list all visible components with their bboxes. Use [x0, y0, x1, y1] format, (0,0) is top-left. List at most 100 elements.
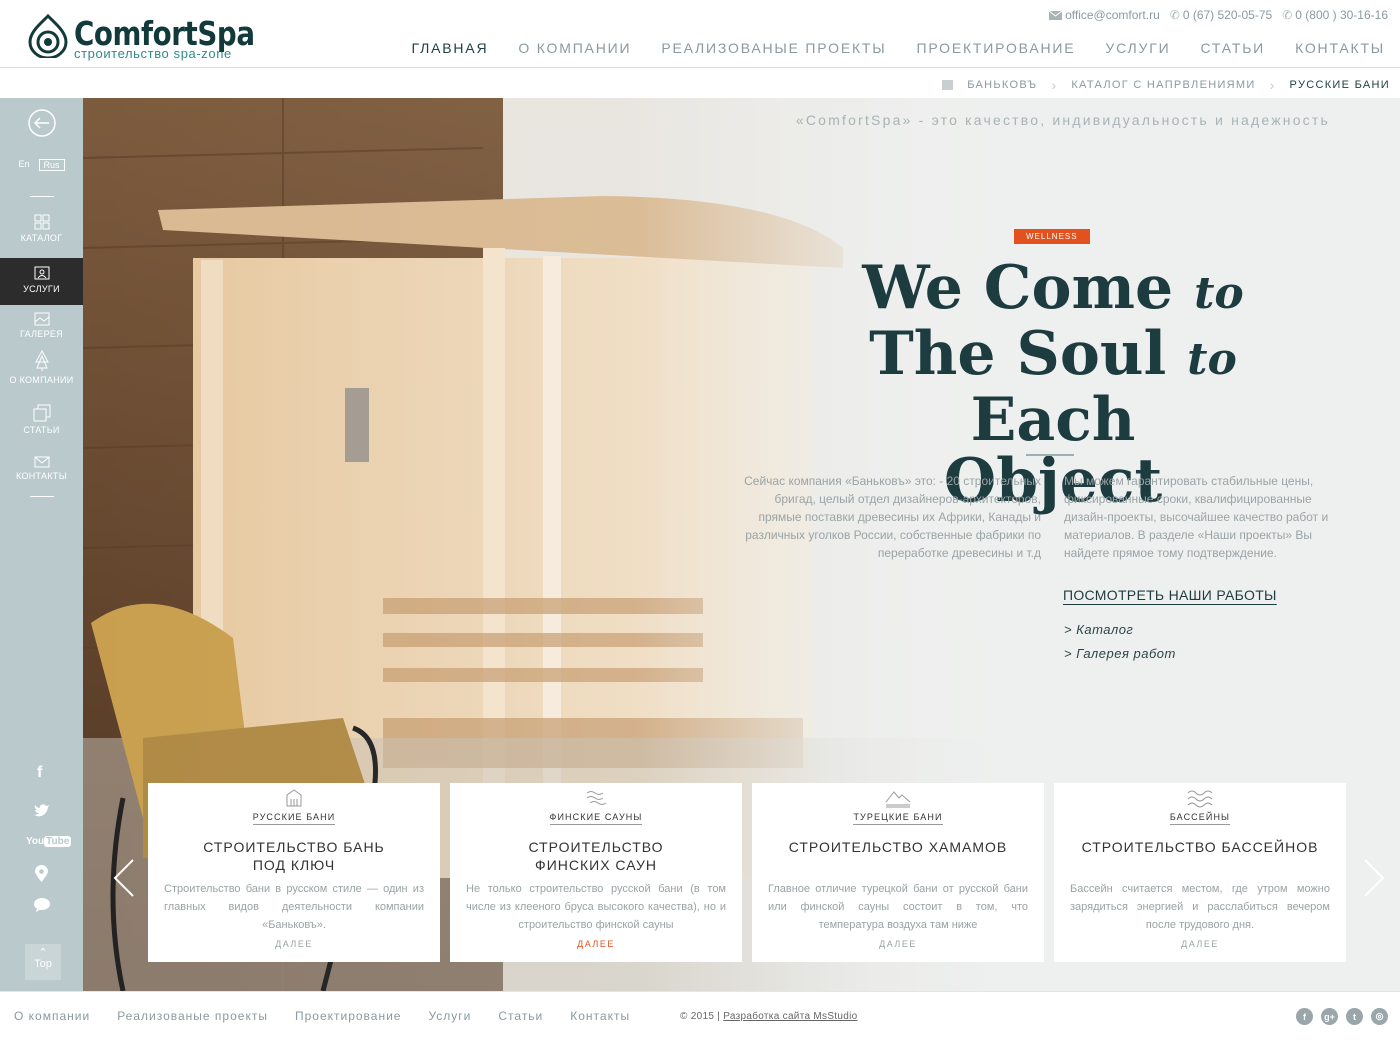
copyright: © 2015 | Разработка сайта MsStudio: [680, 1011, 858, 1022]
breadcrumb-home[interactable]: БАНЬКОВЪ: [967, 79, 1037, 91]
service-card-finnish-sauna[interactable]: ФИНСКИЕ САУНЫ СТРОИТЕЛЬСТВО ФИНСКИХ САУН…: [450, 783, 742, 962]
phone-contact-2[interactable]: ✆ 0 (800 ) 30-16-16: [1282, 8, 1388, 22]
phone-contact-1[interactable]: ✆ 0 (67) 520-05-75: [1170, 8, 1272, 22]
lang-en[interactable]: En: [18, 159, 29, 171]
logo-name: ComfortSpa: [74, 14, 255, 53]
footer-nav: О компании Реализованые проекты Проектир…: [14, 1009, 630, 1023]
sidebar-item-contacts[interactable]: КОНТАКТЫ: [0, 456, 83, 481]
scroll-top-button[interactable]: ⌃ Top: [25, 944, 61, 980]
view-works-link[interactable]: ПОСМОТРЕТЬ НАШИ РАБОТЫ: [1063, 587, 1277, 603]
logo-drop-icon: [28, 14, 68, 58]
more-link[interactable]: ДАЛЕЕ: [752, 939, 1044, 949]
breadcrumb-catalog[interactable]: КАТАЛОГ С НАПРВЛЕНИЯМИ: [1071, 79, 1255, 91]
home-icon[interactable]: [942, 80, 954, 90]
dribbble-icon[interactable]: ◎: [1371, 1008, 1388, 1025]
nav-design[interactable]: ПРОЕКТИРОВАНИЕ: [901, 40, 1090, 56]
intro-paragraph-right: Мы можем гарантировать стабильные цены, …: [1064, 474, 1329, 560]
logo[interactable]: ComfortSpa строительство spa-zone: [26, 14, 289, 61]
twitter-icon[interactable]: [34, 803, 50, 817]
more-link[interactable]: ДАЛЕЕ: [148, 939, 440, 949]
service-cards: РУССКИЕ БАНИ СТРОИТЕЛЬСТВО БАНЬ ПОД КЛЮЧ…: [148, 783, 1346, 962]
nav-articles[interactable]: СТАТЬИ: [1185, 40, 1280, 56]
sidebar-item-articles[interactable]: СТАТЬИ: [0, 404, 83, 435]
gallery-link[interactable]: > Галерея работ: [1064, 642, 1176, 666]
card-title: СТРОИТЕЛЬСТВО ФИНСКИХ САУН: [528, 839, 664, 873]
card-tag: ФИНСКИЕ САУНЫ: [549, 812, 643, 825]
card-tag: БАССЕЙНЫ: [1169, 812, 1231, 825]
youtube-icon[interactable]: You Tube: [26, 836, 72, 847]
footer: О компании Реализованые проекты Проектир…: [0, 991, 1400, 1040]
chevron-left-icon[interactable]: [113, 858, 135, 898]
card-title: СТРОИТЕЛЬСТВО БАССЕЙНОВ: [1081, 839, 1319, 855]
location-pin-icon[interactable]: [35, 865, 48, 883]
phone-icon: ✆: [1169, 8, 1180, 22]
image-icon: [34, 312, 49, 326]
mail-icon: [1049, 10, 1063, 20]
chevron-right-icon[interactable]: [1363, 858, 1385, 898]
card-text: Строительство бани в русском стиле — оди…: [164, 883, 424, 931]
catalog-link[interactable]: > Каталог: [1064, 618, 1176, 642]
title-divider: [1026, 454, 1074, 456]
card-text: Не только строительство русской бани (в …: [466, 883, 726, 931]
header: ComfortSpa строительство spa-zone office…: [0, 0, 1400, 68]
footer-link-services[interactable]: Услуги: [428, 1009, 471, 1023]
nav-contacts[interactable]: КОНТАКТЫ: [1280, 40, 1400, 56]
card-text: Бассейн считается местом, где утром можн…: [1070, 883, 1330, 931]
divider: [30, 496, 54, 497]
hero-sub-links: > Каталог > Галерея работ: [1064, 618, 1176, 666]
google-plus-icon[interactable]: g+: [1321, 1008, 1338, 1025]
email-contact[interactable]: office@comfort.ru: [1049, 8, 1160, 22]
tree-icon: [34, 350, 49, 371]
nav-about[interactable]: О КОМПАНИИ: [503, 40, 646, 56]
bath-house-icon: [286, 789, 302, 807]
sidebar-item-about[interactable]: О КОМПАНИИ: [0, 350, 83, 385]
main-nav: ГЛАВНАЯ О КОМПАНИИ РЕАЛИЗОВАНЫЕ ПРОЕКТЫ …: [397, 40, 1400, 56]
footer-link-articles[interactable]: Статьи: [498, 1009, 543, 1023]
contacts: office@comfort.ru ✆ 0 (67) 520-05-75 ✆ 0…: [1049, 8, 1388, 22]
twitter-icon[interactable]: t: [1346, 1008, 1363, 1025]
footer-link-about[interactable]: О компании: [14, 1009, 90, 1023]
steam-icon: [586, 791, 607, 805]
card-title: СТРОИТЕЛЬСТВО БАНЬ ПОД КЛЮЧ: [203, 839, 385, 873]
card-tag: РУССКИЕ БАНИ: [252, 812, 336, 825]
facebook-icon[interactable]: f: [37, 764, 42, 782]
card-tag: ТУРЕЦКИЕ БАНИ: [853, 812, 943, 825]
sidebar-item-catalog[interactable]: КАТАЛОГ: [0, 214, 83, 243]
breadcrumb-current: РУССКИЕ БАНИ: [1289, 79, 1390, 91]
back-arrow-icon[interactable]: [27, 108, 57, 138]
grid-icon: [34, 214, 49, 230]
more-link[interactable]: ДАЛЕЕ: [1054, 939, 1346, 949]
service-card-pools[interactable]: БАССЕЙНЫ СТРОИТЕЛЬСТВО БАССЕЙНОВ Бассейн…: [1054, 783, 1346, 962]
chat-icon[interactable]: [34, 898, 50, 912]
breadcrumb: БАНЬКОВЪ › КАТАЛОГ С НАПРВЛЕНИЯМИ › РУСС…: [942, 77, 1390, 93]
mountains-icon: [885, 791, 911, 808]
nav-projects[interactable]: РЕАЛИЗОВАНЫЕ ПРОЕКТЫ: [646, 40, 901, 56]
mail-icon: [34, 456, 49, 468]
more-link[interactable]: ДАЛЕЕ: [450, 939, 742, 949]
chevron-up-icon: ⌃: [38, 947, 48, 959]
card-text: Главное отличие турецкой бани от русской…: [768, 883, 1028, 931]
nav-services[interactable]: УСЛУГИ: [1090, 40, 1185, 56]
copy-icon: [33, 404, 50, 422]
footer-link-contacts[interactable]: Контакты: [570, 1009, 630, 1023]
lang-ru[interactable]: Rus: [38, 159, 65, 171]
waves-icon: [1187, 790, 1213, 808]
wellness-badge: WELLNESS: [1014, 229, 1090, 244]
phone-icon: ✆: [1282, 8, 1293, 22]
service-card-turkish-bath[interactable]: ТУРЕЦКИЕ БАНИ СТРОИТЕЛЬСТВО ХАМАМОВ Глав…: [752, 783, 1044, 962]
footer-link-projects[interactable]: Реализованые проекты: [117, 1009, 268, 1023]
service-card-russian-bath[interactable]: РУССКИЕ БАНИ СТРОИТЕЛЬСТВО БАНЬ ПОД КЛЮЧ…: [148, 783, 440, 962]
hero-section: «ComfortSpa» - это качество, индивидуаль…: [83, 98, 1400, 991]
divider: [30, 196, 54, 197]
sidebar: En Rus КАТАЛОГ УСЛУГИ ГАЛЕРЕЯ О КОМПАНИИ…: [0, 98, 83, 991]
footer-link-design[interactable]: Проектирование: [295, 1009, 402, 1023]
facebook-icon[interactable]: f: [1296, 1008, 1313, 1025]
chevron-right-icon: ›: [1051, 77, 1058, 93]
sidebar-item-gallery[interactable]: ГАЛЕРЕЯ: [0, 312, 83, 339]
intro-paragraph-left: Сейчас компания «Баньковъ» это: - 20 стр…: [744, 474, 1041, 560]
developer-link[interactable]: Разработка сайта MsStudio: [723, 1011, 857, 1022]
sidebar-item-services[interactable]: УСЛУГИ: [0, 258, 83, 305]
tagline: «ComfortSpa» - это качество, индивидуаль…: [795, 112, 1330, 128]
chevron-right-icon: ›: [1269, 77, 1276, 93]
nav-home[interactable]: ГЛАВНАЯ: [397, 40, 504, 56]
